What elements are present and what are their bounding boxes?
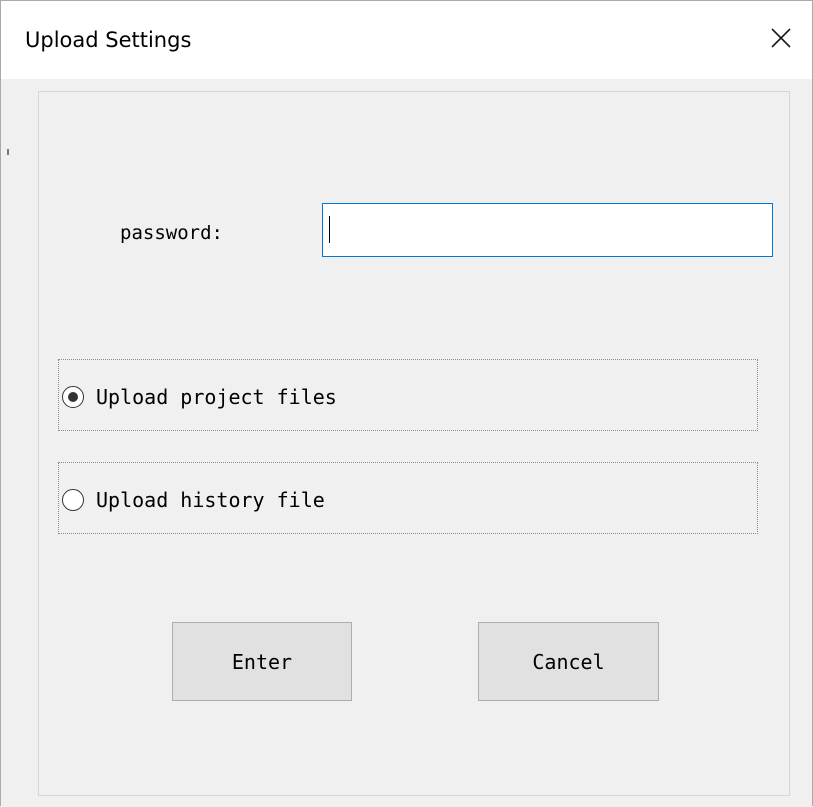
- radio-label-upload-history-file: Upload history file: [96, 488, 325, 512]
- window-edge-mark: [7, 149, 9, 155]
- settings-panel: [38, 91, 790, 796]
- radio-dot: [68, 392, 78, 402]
- radio-button-selected-icon[interactable]: [62, 386, 84, 408]
- radio-upload-history-file[interactable]: Upload history file: [58, 462, 758, 534]
- password-label: password:: [120, 222, 223, 244]
- upload-settings-dialog: Upload Settings password: Upload project…: [0, 0, 813, 806]
- text-caret: [329, 216, 330, 243]
- title-bar: Upload Settings: [1, 1, 812, 79]
- radio-upload-project-files[interactable]: Upload project files: [58, 359, 758, 431]
- password-input[interactable]: [322, 203, 773, 257]
- window-title: Upload Settings: [25, 28, 192, 52]
- radio-label-upload-project-files: Upload project files: [96, 385, 337, 409]
- radio-button-unselected-icon[interactable]: [62, 489, 84, 511]
- enter-button[interactable]: Enter: [172, 622, 352, 701]
- cancel-button[interactable]: Cancel: [478, 622, 659, 701]
- close-button[interactable]: [752, 1, 812, 79]
- close-icon: [771, 28, 791, 48]
